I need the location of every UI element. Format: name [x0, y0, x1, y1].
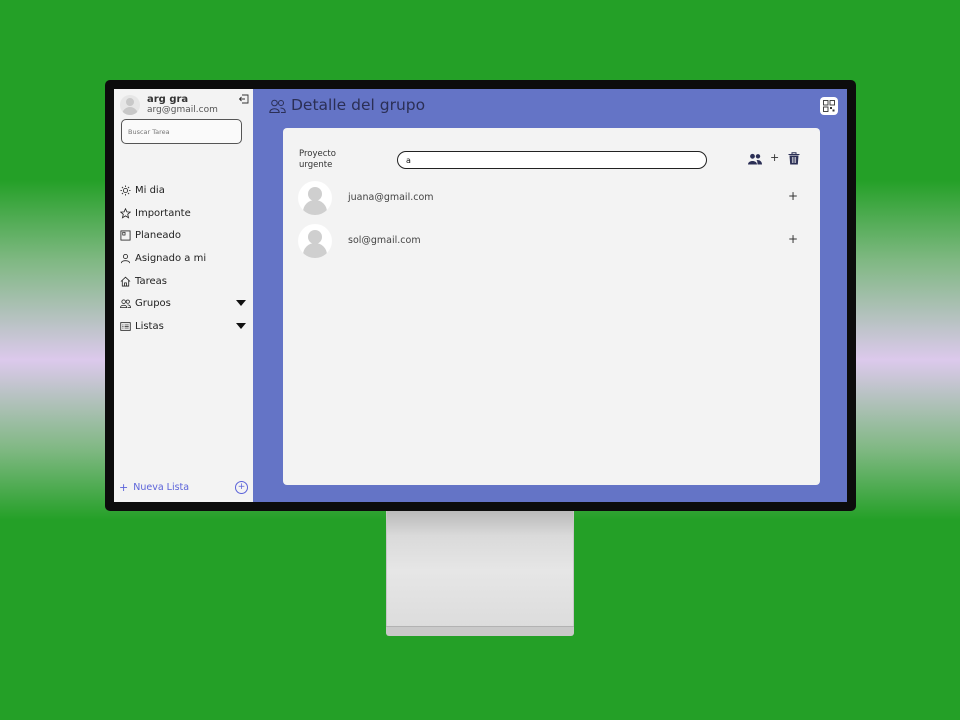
plus-icon: +	[119, 481, 129, 494]
user-profile: arg gra arg@gmail.com	[120, 94, 218, 116]
app-screen: arg gra arg@gmail.com Mi dia	[114, 89, 847, 502]
sidebar-item-label: Importante	[135, 207, 191, 219]
avatar	[298, 181, 332, 215]
sidebar-nav: Mi dia Importante Planeado Asignado a mi…	[120, 179, 246, 338]
group-name-input[interactable]	[397, 151, 707, 169]
new-list-link[interactable]: + Nueva Lista	[119, 481, 189, 494]
list-item: juana@gmail.com +	[298, 181, 808, 215]
sidebar-item-label: Planeado	[135, 230, 182, 242]
sun-icon	[120, 185, 131, 196]
logout-icon[interactable]	[239, 94, 249, 104]
chevron-down-icon[interactable]	[236, 300, 246, 307]
sidebar-item-tareas[interactable]: Tareas	[120, 270, 246, 293]
chevron-down-icon[interactable]	[236, 323, 246, 330]
sidebar-item-label: Listas	[135, 320, 164, 332]
monitor-stand	[386, 511, 574, 629]
monitor-stand-base	[386, 626, 574, 636]
new-list-label: Nueva Lista	[133, 482, 190, 493]
user-name: arg gra	[147, 94, 189, 105]
sidebar-item-label: Mi dia	[135, 184, 165, 196]
sidebar-item-asignado[interactable]: Asignado a mi	[120, 247, 246, 270]
sidebar-item-grupos[interactable]: Grupos	[120, 292, 246, 315]
home-icon	[120, 276, 131, 287]
calendar-icon	[120, 230, 131, 241]
trash-icon[interactable]	[788, 152, 800, 165]
add-circle-icon[interactable]: +	[235, 481, 248, 494]
sidebar-item-label: Tareas	[135, 275, 167, 287]
sidebar-item-label: Grupos	[135, 298, 171, 310]
group-icon	[120, 299, 131, 309]
qr-code-button[interactable]	[820, 97, 838, 115]
member-email: sol@gmail.com	[348, 235, 421, 246]
search-input[interactable]	[121, 119, 242, 144]
add-button[interactable]: +	[788, 189, 798, 203]
monitor-frame: arg gra arg@gmail.com Mi dia	[105, 80, 856, 511]
add-button[interactable]: +	[788, 232, 798, 246]
star-icon	[120, 207, 131, 219]
page-title: Detalle del grupo	[291, 96, 426, 114]
user-email: arg@gmail.com	[147, 105, 218, 115]
group-detail-card: Proyecto urgente + juana@gmail.com + sol…	[283, 128, 820, 485]
add-member-button[interactable]: +	[770, 152, 779, 164]
user-icon	[120, 253, 131, 264]
group-icon	[269, 99, 286, 113]
people-icon[interactable]	[748, 153, 762, 165]
sidebar-item-listas[interactable]: Listas	[120, 315, 246, 338]
avatar	[120, 95, 140, 115]
sidebar-item-planeado[interactable]: Planeado	[120, 224, 246, 247]
list-icon	[120, 322, 131, 331]
sidebar-item-label: Asignado a mi	[135, 252, 207, 264]
sidebar-item-mi-dia[interactable]: Mi dia	[120, 179, 246, 202]
sidebar-item-importante[interactable]: Importante	[120, 202, 246, 225]
list-item: sol@gmail.com +	[298, 224, 808, 258]
sidebar: arg gra arg@gmail.com Mi dia	[114, 89, 253, 502]
qr-code-icon	[823, 100, 835, 112]
member-email: juana@gmail.com	[348, 192, 434, 203]
group-name-label: Proyecto urgente	[299, 149, 336, 170]
avatar	[298, 224, 332, 258]
